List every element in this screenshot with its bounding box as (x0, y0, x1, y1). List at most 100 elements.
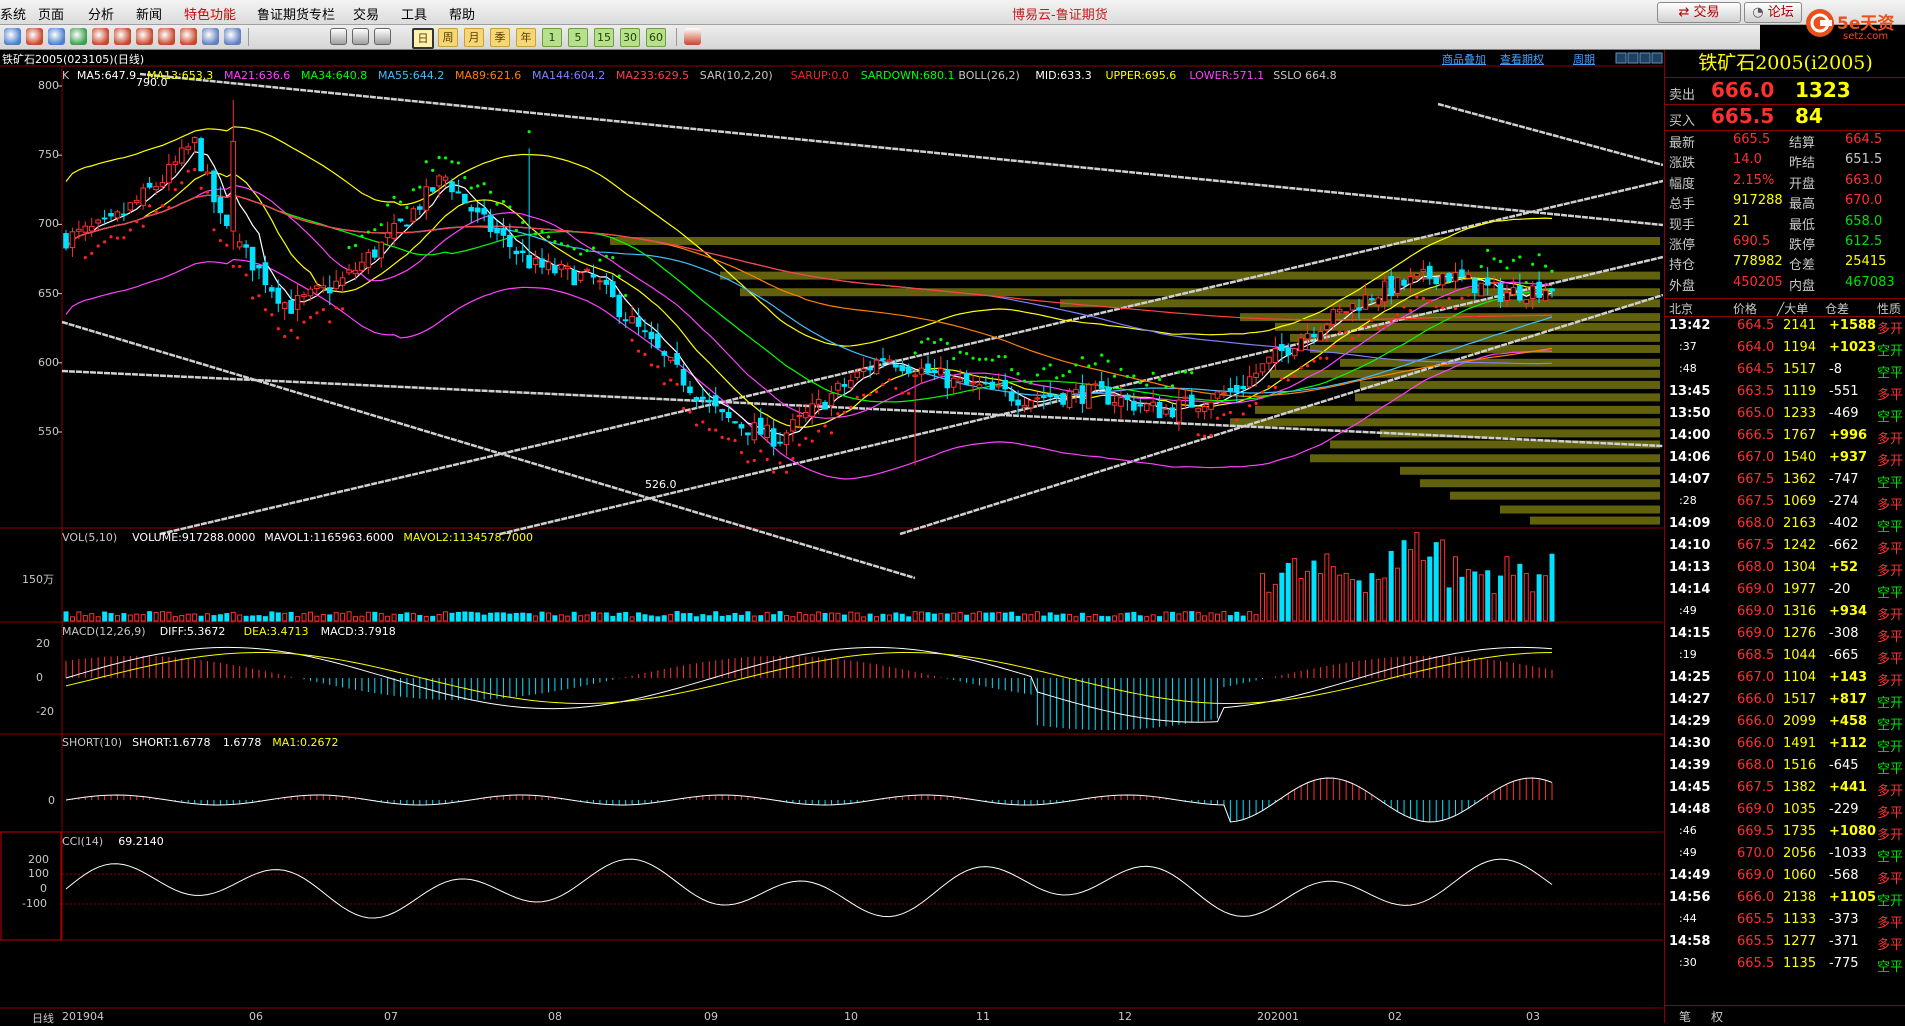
menu-news[interactable]: 新闻 (136, 4, 162, 23)
contract-title[interactable]: 铁矿石2005(i2005) (1665, 50, 1905, 76)
menu-luzheng-column[interactable]: 鲁证期货专栏 (257, 4, 335, 23)
chart-link-2[interactable]: 周期 (1573, 51, 1595, 67)
short-legend-3: MA1:0.2672 (272, 736, 339, 749)
vol-tick: 150万 (22, 573, 54, 586)
volume-bar (1407, 549, 1413, 622)
candle-body (802, 412, 809, 419)
kline-chart-area[interactable]: 铁矿石2005(023105)(日线) 商品叠加 查看期权 周期 K MA5:647.9 M… (0, 50, 1663, 1025)
sar-dot (469, 186, 473, 190)
sar-dot (1003, 355, 1007, 359)
candle-body (166, 164, 172, 184)
tick-oi-change-25: -568 (1829, 868, 1859, 883)
candle-body (1484, 277, 1491, 286)
menu-features[interactable]: 特色功能 (184, 4, 236, 23)
tick-time-8: :28 (1679, 494, 1697, 507)
volume-bar (565, 615, 571, 622)
volume-bar (307, 611, 313, 622)
forum-button[interactable]: ◔ 论坛 (1744, 2, 1802, 23)
volume-bar (1491, 593, 1497, 622)
menu-analysis[interactable]: 分析 (88, 4, 114, 23)
list-icon[interactable] (352, 28, 369, 45)
home-icon[interactable] (26, 28, 43, 45)
candle-body (931, 369, 938, 374)
chart-link-0[interactable]: 商品叠加 (1442, 51, 1486, 67)
tick-time-0: 13:42 (1669, 318, 1711, 333)
stat-label2-6: 仓差 (1789, 258, 1816, 274)
sar-dot (1145, 383, 1149, 387)
volume-bar (700, 614, 706, 622)
candle-body (674, 352, 680, 365)
period-button-1[interactable]: 1 (542, 28, 562, 47)
period-button-15[interactable]: 15 (594, 28, 614, 47)
sar-dot (1087, 364, 1091, 368)
tick-volume-7: 1362 (1783, 472, 1817, 487)
volume-bar (1472, 571, 1478, 622)
vol-legend-3: MAVOL2:1134578.7000 (403, 531, 534, 544)
period-button-30[interactable]: 30 (620, 28, 640, 47)
period-button-月[interactable]: 月 (464, 28, 484, 47)
candle-body (178, 147, 185, 164)
tile-icon[interactable] (202, 28, 219, 45)
candle-body (339, 277, 346, 286)
tab-rights[interactable]: 权 (1711, 1008, 1723, 1025)
sar-dot (521, 220, 525, 225)
menu-tools[interactable]: 工具 (401, 4, 427, 23)
volume-bar (1124, 612, 1130, 622)
candle-body (1285, 347, 1292, 356)
sar-dot (1383, 324, 1387, 328)
chart-link-1[interactable]: 查看期权 (1500, 51, 1544, 67)
brand-logo[interactable]: 5e天资 setz.com (1803, 3, 1903, 47)
candle-body (404, 224, 410, 227)
zoom-in-icon[interactable] (92, 28, 109, 45)
chart-icon[interactable] (374, 28, 391, 45)
short-legend-1: SHORT:1.6778 (132, 736, 211, 749)
refresh-icon[interactable] (70, 28, 87, 45)
table-icon[interactable] (330, 28, 347, 45)
filter-icon[interactable] (180, 28, 197, 45)
candle-body (899, 365, 906, 372)
toolbar: 日周月季年 1 5 15 30 60 (0, 25, 1760, 50)
sar-dot (778, 461, 782, 465)
tick-volume-17: 1517 (1783, 692, 1817, 707)
trade-button[interactable]: ⇄ 交易 (1657, 2, 1741, 23)
cursor-icon[interactable] (158, 28, 175, 45)
back-icon[interactable] (4, 28, 21, 45)
candle-body (140, 187, 146, 206)
candle-body (848, 379, 854, 389)
tick-oi-change-8: -274 (1829, 494, 1859, 509)
period-button-60[interactable]: 60 (646, 28, 666, 47)
volume-bar (648, 615, 654, 622)
cci-line (65, 858, 1553, 919)
period-button-周[interactable]: 周 (438, 28, 458, 47)
macd-legend-0: MACD(12,26,9) (62, 625, 146, 638)
sar-dot (1112, 374, 1117, 378)
search-icon[interactable] (136, 28, 153, 45)
tick-time-9: 14:09 (1669, 516, 1711, 531)
period-button-日[interactable]: 日 (412, 28, 434, 49)
menu-help[interactable]: 帮助 (449, 4, 475, 23)
calculator-icon[interactable] (684, 28, 701, 45)
period-button-年[interactable]: 年 (516, 28, 536, 47)
tick-oi-change-16: +143 (1829, 670, 1868, 685)
forward-icon[interactable] (48, 28, 65, 45)
candle-body (1137, 404, 1144, 407)
tab-trades[interactable]: 笔 (1679, 1008, 1691, 1025)
tick-nature-4: 空平 (1877, 410, 1904, 425)
menu-page[interactable]: 页面 (38, 4, 64, 23)
zoom-out-icon[interactable] (114, 28, 131, 45)
tick-price-18: 666.0 (1737, 714, 1775, 729)
sar-dot (1389, 319, 1393, 323)
period-button-季[interactable]: 季 (490, 28, 510, 47)
grid-icon[interactable] (224, 28, 241, 45)
volume-bar (520, 612, 526, 622)
volume-bar (1433, 542, 1439, 622)
stat-value-6: 778982 (1733, 254, 1783, 270)
candle-body (249, 246, 256, 271)
candle-body (487, 214, 494, 232)
sar-dot (849, 405, 853, 409)
tick-time-16: 14:25 (1669, 670, 1711, 685)
period-button-5[interactable]: 5 (568, 28, 588, 47)
menu-trade[interactable]: 交易 (353, 4, 379, 23)
menu-system[interactable]: 系统 (0, 4, 26, 23)
candle-body (1330, 308, 1337, 325)
